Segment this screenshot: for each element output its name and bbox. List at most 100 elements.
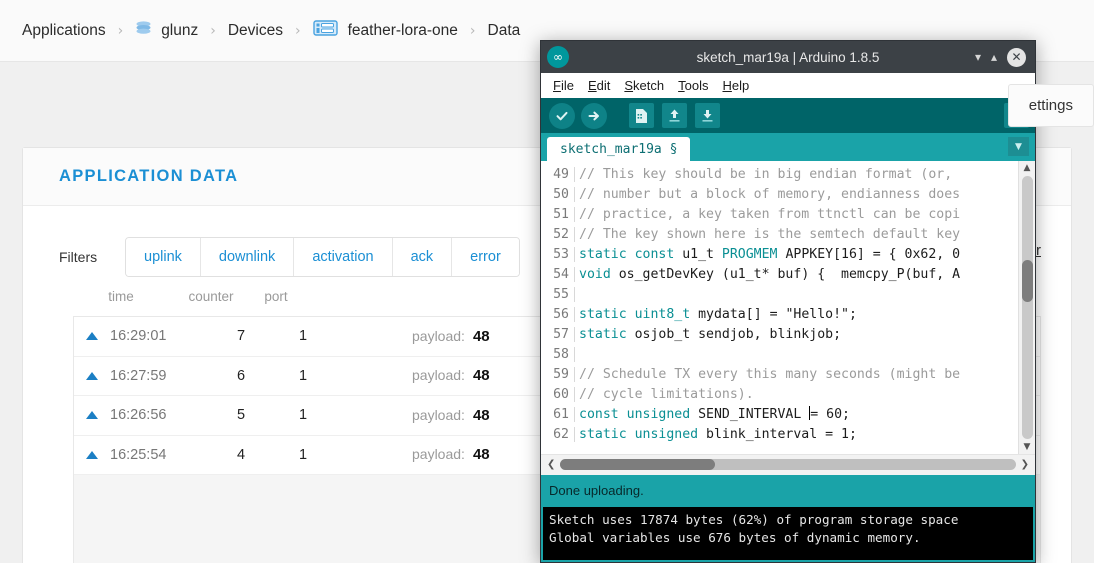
open-button[interactable] — [662, 103, 687, 128]
arduino-infinity-icon: ∞ — [547, 46, 569, 68]
filter-activation[interactable]: activation — [294, 238, 393, 276]
filter-error[interactable]: error — [452, 238, 519, 276]
code-line[interactable]: 57 static osjob_t sendjob, blinkjob; — [541, 324, 1018, 344]
code-token: = 60; — [810, 407, 850, 422]
scroll-right-icon[interactable]: ❯ — [1021, 459, 1029, 470]
upload-button[interactable] — [581, 102, 607, 129]
line-number: 62 — [541, 426, 575, 442]
tabbar: sketch_mar19a § ▼ — [541, 133, 1035, 161]
code-line[interactable]: 53 static const u1_t PROGMEM APPKEY[16] =… — [541, 244, 1018, 264]
menu-sketch[interactable]: Sketch — [619, 76, 669, 95]
arduino-ide-window[interactable]: ∞ sketch_mar19a | Arduino 1.8.5 ▾ ▴ ✕ Fi… — [540, 40, 1036, 563]
layers-icon — [135, 20, 152, 42]
line-number: 55 — [541, 286, 575, 302]
payload-value: 48 — [472, 367, 490, 385]
uplink-arrow-icon — [74, 332, 110, 341]
code-token: "Hello!" — [785, 306, 849, 322]
window-titlebar[interactable]: ∞ sketch_mar19a | Arduino 1.8.5 ▾ ▴ ✕ — [541, 41, 1035, 73]
breadcrumb-label: Devices — [227, 21, 283, 39]
hscroll-track[interactable] — [560, 459, 1016, 470]
line-number: 53 — [541, 246, 575, 262]
chevron-down-icon[interactable]: ▼ — [1008, 137, 1029, 156]
breadcrumb-label: glunz — [161, 21, 199, 39]
breadcrumb-item-applications[interactable]: Applications — [22, 22, 106, 40]
code-token: os_getDevKey (u1_t* buf) { memcpy_P(buf,… — [610, 266, 961, 282]
maximize-button[interactable]: ▴ — [991, 50, 997, 64]
tab-sketch-mar19a[interactable]: sketch_mar19a § — [547, 137, 691, 161]
code-lines[interactable]: 49// This key should be in big endian fo… — [541, 161, 1018, 454]
code-line[interactable]: 62 static unsigned blink_interval = 1; — [541, 424, 1018, 444]
breadcrumb-item-glunz[interactable]: glunz — [135, 20, 198, 42]
cell-time: 16:26:56 — [110, 407, 167, 424]
code-line[interactable]: 49// This key should be in big endian fo… — [541, 164, 1018, 184]
close-icon[interactable]: ✕ — [1007, 47, 1026, 67]
code-line[interactable]: 56 static uint8_t mydata[] = "Hello!"; — [541, 304, 1018, 324]
payload-label: payload: — [412, 327, 465, 344]
menubar: File Edit Sketch Tools Help — [541, 73, 1035, 98]
breadcrumb-item-data[interactable]: Data — [488, 22, 521, 40]
code-line[interactable]: 60// cycle limitations). — [541, 384, 1018, 404]
status-bar: Done uploading. — [541, 474, 1035, 507]
line-number: 58 — [541, 346, 575, 362]
code-line[interactable]: 61 const unsigned SEND_INTERVAL = 60; — [541, 404, 1018, 424]
cell-counter: 4 — [236, 446, 246, 463]
code-text: // The key shown here is the semtech def… — [575, 227, 960, 242]
code-line[interactable]: 59// Schedule TX every this many seconds… — [541, 364, 1018, 384]
breadcrumb-item-devices[interactable]: Devices — [228, 22, 283, 40]
filter-downlink[interactable]: downlink — [200, 238, 295, 276]
uplink-arrow-icon — [74, 450, 110, 459]
menu-edit[interactable]: Edit — [583, 76, 615, 95]
code-token: // The key shown here is the semtech def… — [579, 226, 961, 242]
vscroll-thumb[interactable] — [1021, 260, 1033, 302]
code-line[interactable]: 52// The key shown here is the semtech d… — [541, 224, 1018, 244]
code-token: // practice, a key taken from ttnctl can… — [579, 206, 961, 222]
breadcrumb-item-device[interactable]: feather-lora-one — [312, 18, 458, 43]
menu-help[interactable]: Help — [717, 76, 754, 95]
code-token: static unsigned — [579, 426, 699, 442]
payload-value: 48 — [472, 446, 490, 464]
code-line[interactable]: 55 — [541, 284, 1018, 304]
code-token: // number but a block of memory, endiann… — [579, 186, 961, 202]
filter-ack[interactable]: ack — [392, 238, 453, 276]
vscroll-track[interactable] — [1021, 176, 1033, 439]
code-text: static uint8_t mydata[] = "Hello!"; — [575, 307, 857, 322]
menu-file[interactable]: File — [548, 76, 579, 95]
line-number: 57 — [541, 326, 575, 342]
filter-uplink[interactable]: uplink — [126, 238, 201, 276]
save-button[interactable] — [695, 103, 720, 128]
code-text: void os_getDevKey (u1_t* buf) { memcpy_P… — [575, 267, 960, 282]
window-controls: ▾ ▴ ✕ — [975, 47, 1035, 67]
device-board-icon — [312, 18, 339, 43]
code-token: static — [579, 326, 627, 342]
line-number: 52 — [541, 226, 575, 242]
editor-vertical-scrollbar[interactable]: ▲ ▼ — [1018, 161, 1035, 454]
code-line[interactable]: 51// practice, a key taken from ttnctl c… — [541, 204, 1018, 224]
cell-payload: payload: 48 — [326, 367, 490, 384]
console-output[interactable]: Sketch uses 17874 bytes (62%) of program… — [541, 506, 1035, 562]
hscroll-thumb[interactable] — [560, 459, 716, 470]
scroll-up-icon[interactable]: ▲ — [1024, 161, 1031, 175]
new-sketch-button[interactable] — [629, 103, 654, 128]
window-title: sketch_mar19a | Arduino 1.8.5 — [696, 49, 880, 65]
breadcrumb-label: Data — [487, 21, 521, 39]
scroll-left-icon[interactable]: ❮ — [547, 459, 555, 470]
code-line[interactable]: 58 — [541, 344, 1018, 364]
code-token: u1_t — [674, 246, 722, 262]
line-number: 59 — [541, 366, 575, 382]
screen: Applications › glunz › Devices › feather… — [0, 0, 1094, 563]
code-line[interactable]: 50// number but a block of memory, endia… — [541, 184, 1018, 204]
code-line[interactable]: 54 void os_getDevKey (u1_t* buf) { memcpy… — [541, 264, 1018, 284]
cell-port: 1 — [298, 328, 308, 345]
menu-tools[interactable]: Tools — [673, 76, 713, 95]
cell-payload: payload: 48 — [326, 328, 490, 345]
code-editor[interactable]: 49// This key should be in big endian fo… — [541, 161, 1035, 454]
cell-payload: payload: 48 — [326, 446, 490, 463]
console-line: Global variables use 676 bytes of dynami… — [549, 529, 921, 545]
settings-tab[interactable]: ettings — [1007, 84, 1094, 127]
code-text: // Schedule TX every this many seconds (… — [575, 367, 960, 382]
verify-button[interactable] — [549, 102, 575, 129]
payload-value: 48 — [472, 406, 490, 424]
scroll-down-icon[interactable]: ▼ — [1024, 440, 1031, 454]
minimize-button[interactable]: ▾ — [975, 50, 981, 64]
editor-horizontal-scrollbar[interactable]: ❮ ❯ — [541, 453, 1035, 475]
